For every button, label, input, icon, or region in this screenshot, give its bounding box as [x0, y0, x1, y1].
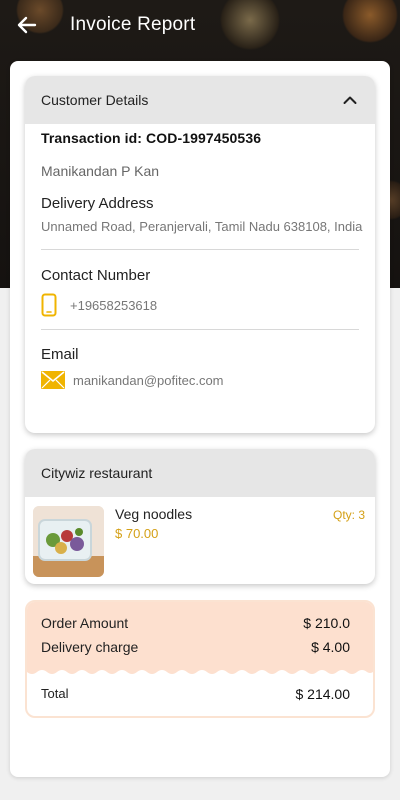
total-value: $ 214.00: [295, 686, 351, 702]
phone-number: +19658253618: [70, 297, 158, 313]
customer-name: Manikandan P Kan: [41, 163, 160, 179]
restaurant-header: Citywiz restaurant: [25, 449, 375, 497]
order-amount-label: Order Amount: [41, 615, 129, 631]
order-amount-row: Order Amount $ 210.0: [41, 615, 350, 639]
back-button[interactable]: [0, 0, 54, 50]
invoice-sheet: Customer Details Transaction id: COD-199…: [10, 61, 390, 777]
chevron-up-icon[interactable]: [341, 91, 359, 109]
divider: [41, 329, 359, 330]
customer-details-card: Customer Details Transaction id: COD-199…: [25, 76, 375, 433]
delivery-address-label: Delivery Address: [41, 195, 154, 212]
order-summary: Order Amount $ 210.0 Delivery charge $ 4…: [25, 600, 375, 718]
total-label: Total: [41, 686, 69, 701]
zigzag-divider: [27, 668, 373, 674]
customer-details-title: Customer Details: [41, 92, 149, 108]
food-image: [33, 506, 104, 577]
delivery-charge-row: Delivery charge $ 4.00: [41, 639, 350, 663]
app-bar: Invoice Report: [0, 0, 400, 50]
contact-number-label: Contact Number: [41, 267, 151, 284]
email-address: manikandan@pofitec.com: [73, 372, 224, 388]
restaurant-name: Citywiz restaurant: [41, 465, 153, 481]
arrow-left-icon: [17, 16, 37, 34]
delivery-charge-value: $ 4.00: [311, 639, 350, 655]
order-amount-value: $ 210.0: [303, 615, 350, 631]
customer-details-header[interactable]: Customer Details: [25, 76, 375, 124]
transaction-id: Transaction id: COD-1997450536: [41, 130, 262, 146]
email-label: Email: [41, 346, 79, 363]
food-item-price: $ 70.00: [115, 526, 159, 541]
food-item-name: Veg noodles: [115, 506, 193, 522]
email-row[interactable]: manikandan@pofitec.com: [41, 371, 359, 389]
food-item-quantity: Qty: 3: [332, 508, 365, 522]
delivery-charge-label: Delivery charge: [41, 639, 139, 655]
divider: [41, 249, 359, 250]
page-title: Invoice Report: [70, 14, 196, 35]
delivery-address: Unnamed Road, Peranjervali, Tamil Nadu 6…: [41, 219, 363, 234]
list-item[interactable]: Veg noodles $ 70.00 Qty: 3: [25, 497, 375, 584]
phone-icon: [41, 293, 57, 317]
phone-row[interactable]: +19658253618: [41, 293, 359, 317]
restaurant-card: Citywiz restaurant Veg noodles $ 70.00 Q…: [25, 449, 375, 584]
envelope-icon: [41, 371, 65, 389]
